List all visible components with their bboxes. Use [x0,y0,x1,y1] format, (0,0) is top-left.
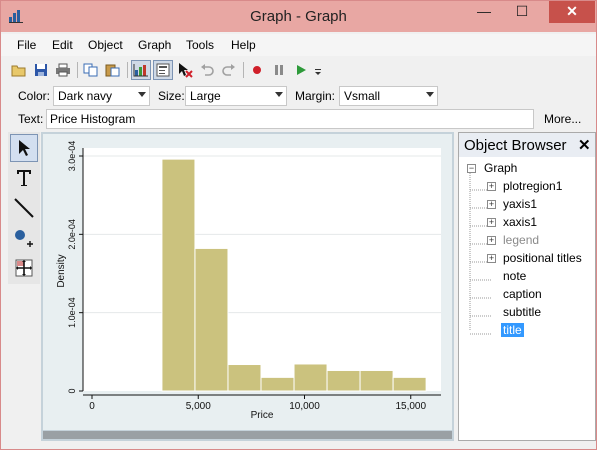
histogram-bar[interactable] [392,376,427,392]
more-button[interactable]: More... [544,112,581,126]
tree-expander[interactable]: + [487,236,496,245]
x-axis-title[interactable]: Price [251,410,274,421]
graph-editor-icon[interactable] [131,60,151,80]
undo-icon[interactable] [197,60,217,80]
tree-item-positional-titles[interactable]: positional titles [503,251,582,265]
menu-file[interactable]: File [17,38,36,52]
toolbar [7,58,327,84]
y-tick-label: 2.0e-04 [67,219,77,250]
color-select-value: Dark navy [58,89,113,103]
menu-bar: File Edit Object Graph Tools Help [1,34,596,56]
redo-icon[interactable] [219,60,239,80]
tree-expander[interactable]: + [487,200,496,209]
maximize-button[interactable]: ☐ [507,1,537,23]
histogram-bar[interactable] [161,158,196,392]
title-bar[interactable]: Graph - Graph — ☐ ✕ [1,1,596,32]
pointer-delete-icon[interactable] [175,60,195,80]
histogram-bar[interactable] [359,369,394,392]
tree-item-Graph[interactable]: Graph [484,161,517,175]
margin-select[interactable]: Vsmall [339,86,438,106]
grid-edit-tool-icon[interactable] [10,254,38,282]
marker-tool-icon[interactable] [10,224,38,252]
graph-panel: 0 1.0e-04 2.0e-04 3.0e-04 0 5,000 10,000 15,000… [41,132,454,441]
x-tick-label: 10,000 [289,401,320,412]
histogram-bar[interactable] [227,364,262,392]
tree-expander[interactable]: − [467,164,476,173]
toolbar-separator [127,62,128,78]
plot-region[interactable] [83,148,441,391]
tree-expander[interactable]: + [487,218,496,227]
property-bar: Color: Dark navy Size: Large Margin: Vsm… [1,85,596,107]
menu-edit[interactable]: Edit [52,38,73,52]
save-icon[interactable] [31,60,51,80]
chevron-down-icon [275,92,283,97]
tree-item-yaxis1[interactable]: yaxis1 [503,197,537,211]
tree-item-caption[interactable]: caption [503,287,542,301]
horizontal-scrollbar[interactable] [43,431,452,439]
tree-item-plotregion1[interactable]: plotregion1 [503,179,562,193]
size-select[interactable]: Large [185,86,287,106]
x-tick-label: 15,000 [395,401,426,412]
y-axis-title[interactable]: Density [56,254,67,287]
tree-expander[interactable]: + [487,182,496,191]
histogram-bar[interactable] [260,376,295,392]
color-label: Color: [18,89,51,103]
graph-area[interactable]: 0 1.0e-04 2.0e-04 3.0e-04 0 5,000 10,000 15,000… [43,134,452,430]
record-icon[interactable] [247,60,267,80]
menu-object[interactable]: Object [88,38,123,52]
tree-item-legend[interactable]: legend [503,233,539,247]
size-label: Size: [158,89,185,103]
y-tick-label: 3.0e-04 [67,141,77,172]
close-icon[interactable]: ✕ [578,136,591,154]
menu-graph[interactable]: Graph [138,38,171,52]
text-bar: Text: Price Histogram More... [1,108,596,130]
text-tool-icon[interactable] [10,164,38,192]
chevron-down-icon [426,92,434,97]
object-browser-title: Object Browser [464,137,567,154]
graph-editor-window: Graph - Graph — ☐ ✕ File Edit Object Gra… [0,0,597,450]
histogram-bar[interactable] [194,247,229,392]
copy-icon[interactable] [81,60,101,80]
overflow-icon[interactable] [313,60,323,80]
pointer-tool-icon[interactable] [10,134,38,162]
histogram-chart[interactable]: 0 1.0e-04 2.0e-04 3.0e-04 0 5,000 10,000 15,000… [43,134,452,430]
tree-item-xaxis1[interactable]: xaxis1 [503,215,537,229]
tree-item-note[interactable]: note [503,269,526,283]
color-select[interactable]: Dark navy [53,86,150,106]
print-icon[interactable] [53,60,73,80]
menu-tools[interactable]: Tools [186,38,214,52]
chevron-down-icon [138,92,146,97]
play-icon[interactable] [291,60,311,80]
pause-icon[interactable] [269,60,289,80]
object-browser-header: Object Browser ✕ [459,133,595,157]
close-button[interactable]: ✕ [549,1,595,23]
margin-select-value: Vsmall [344,89,381,103]
line-tool-icon[interactable] [10,194,38,222]
toolbar-separator [243,62,244,78]
histogram-bar[interactable] [293,363,328,392]
tree-item-subtitle[interactable]: subtitle [503,305,541,319]
paste-icon[interactable] [103,60,123,80]
x-tick-label: 0 [89,401,95,412]
size-select-value: Large [190,89,221,103]
tool-palette [8,132,40,284]
menu-help[interactable]: Help [231,38,256,52]
minimize-button[interactable]: — [469,1,499,23]
y-tick-label: 0 [67,388,77,393]
x-tick-label: 5,000 [186,401,211,412]
y-tick-label: 1.0e-04 [67,297,77,328]
open-icon[interactable] [9,60,29,80]
text-input[interactable]: Price Histogram [46,109,534,129]
toolbar-separator [77,62,78,78]
object-browser-toggle-icon[interactable] [153,60,173,80]
tree-expander[interactable]: + [487,254,496,263]
object-browser-panel: Object Browser ✕ − Graph + plotregion1 + yaxi… [458,132,596,441]
histogram-bar[interactable] [326,369,361,392]
text-label: Text: [18,112,44,126]
margin-label: Margin: [295,89,336,103]
tree-item-title[interactable]: title [501,323,524,337]
